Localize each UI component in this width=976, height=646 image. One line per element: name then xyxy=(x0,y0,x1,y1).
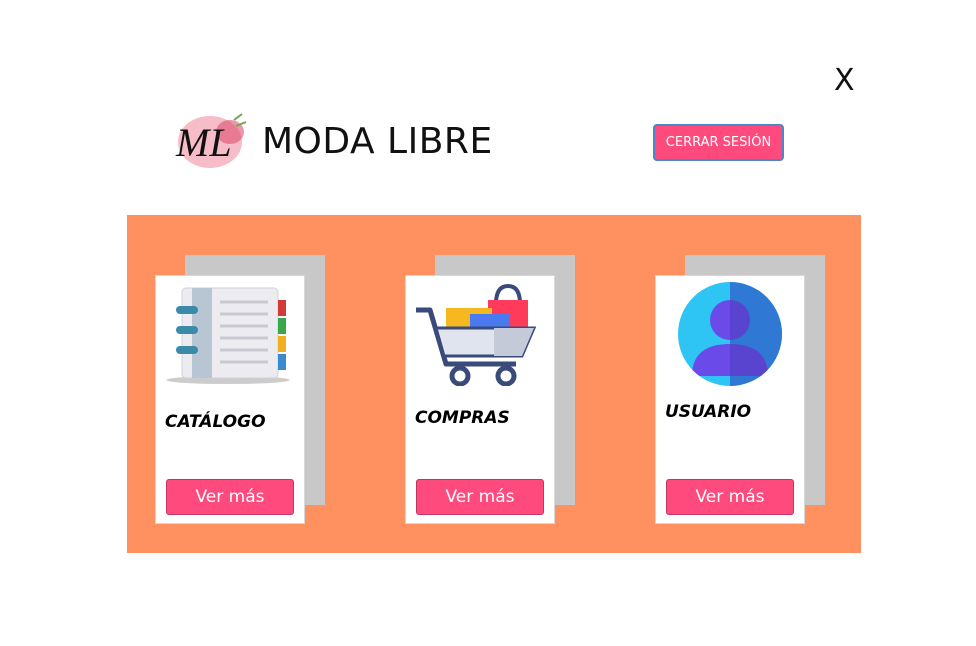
brand-logo: ML xyxy=(172,112,248,176)
card-catalogo: CATÁLOGO Ver más xyxy=(155,275,305,524)
ver-mas-usuario-button[interactable]: Ver más xyxy=(666,479,794,515)
catalog-book-icon xyxy=(164,282,294,392)
logout-button[interactable]: CERRAR SESIÓN xyxy=(653,124,784,161)
ver-mas-compras-button[interactable]: Ver más xyxy=(416,479,544,515)
card-title: CATÁLOGO xyxy=(165,412,266,432)
svg-text:ML: ML xyxy=(175,120,232,165)
shopping-cart-icon xyxy=(414,282,537,390)
ver-mas-catalogo-button[interactable]: Ver más xyxy=(166,479,294,515)
card-title: USUARIO xyxy=(665,402,752,422)
close-button[interactable]: X xyxy=(834,66,855,96)
menu-panel: CATÁLOGO Ver más COMPRAS Ver más USUARIO… xyxy=(127,215,861,553)
card-usuario: USUARIO Ver más xyxy=(655,275,805,524)
card-compras: COMPRAS Ver más xyxy=(405,275,555,524)
user-avatar-icon xyxy=(676,280,784,392)
card-title: COMPRAS xyxy=(415,408,510,428)
brand-name: MODA LIBRE xyxy=(262,121,493,162)
